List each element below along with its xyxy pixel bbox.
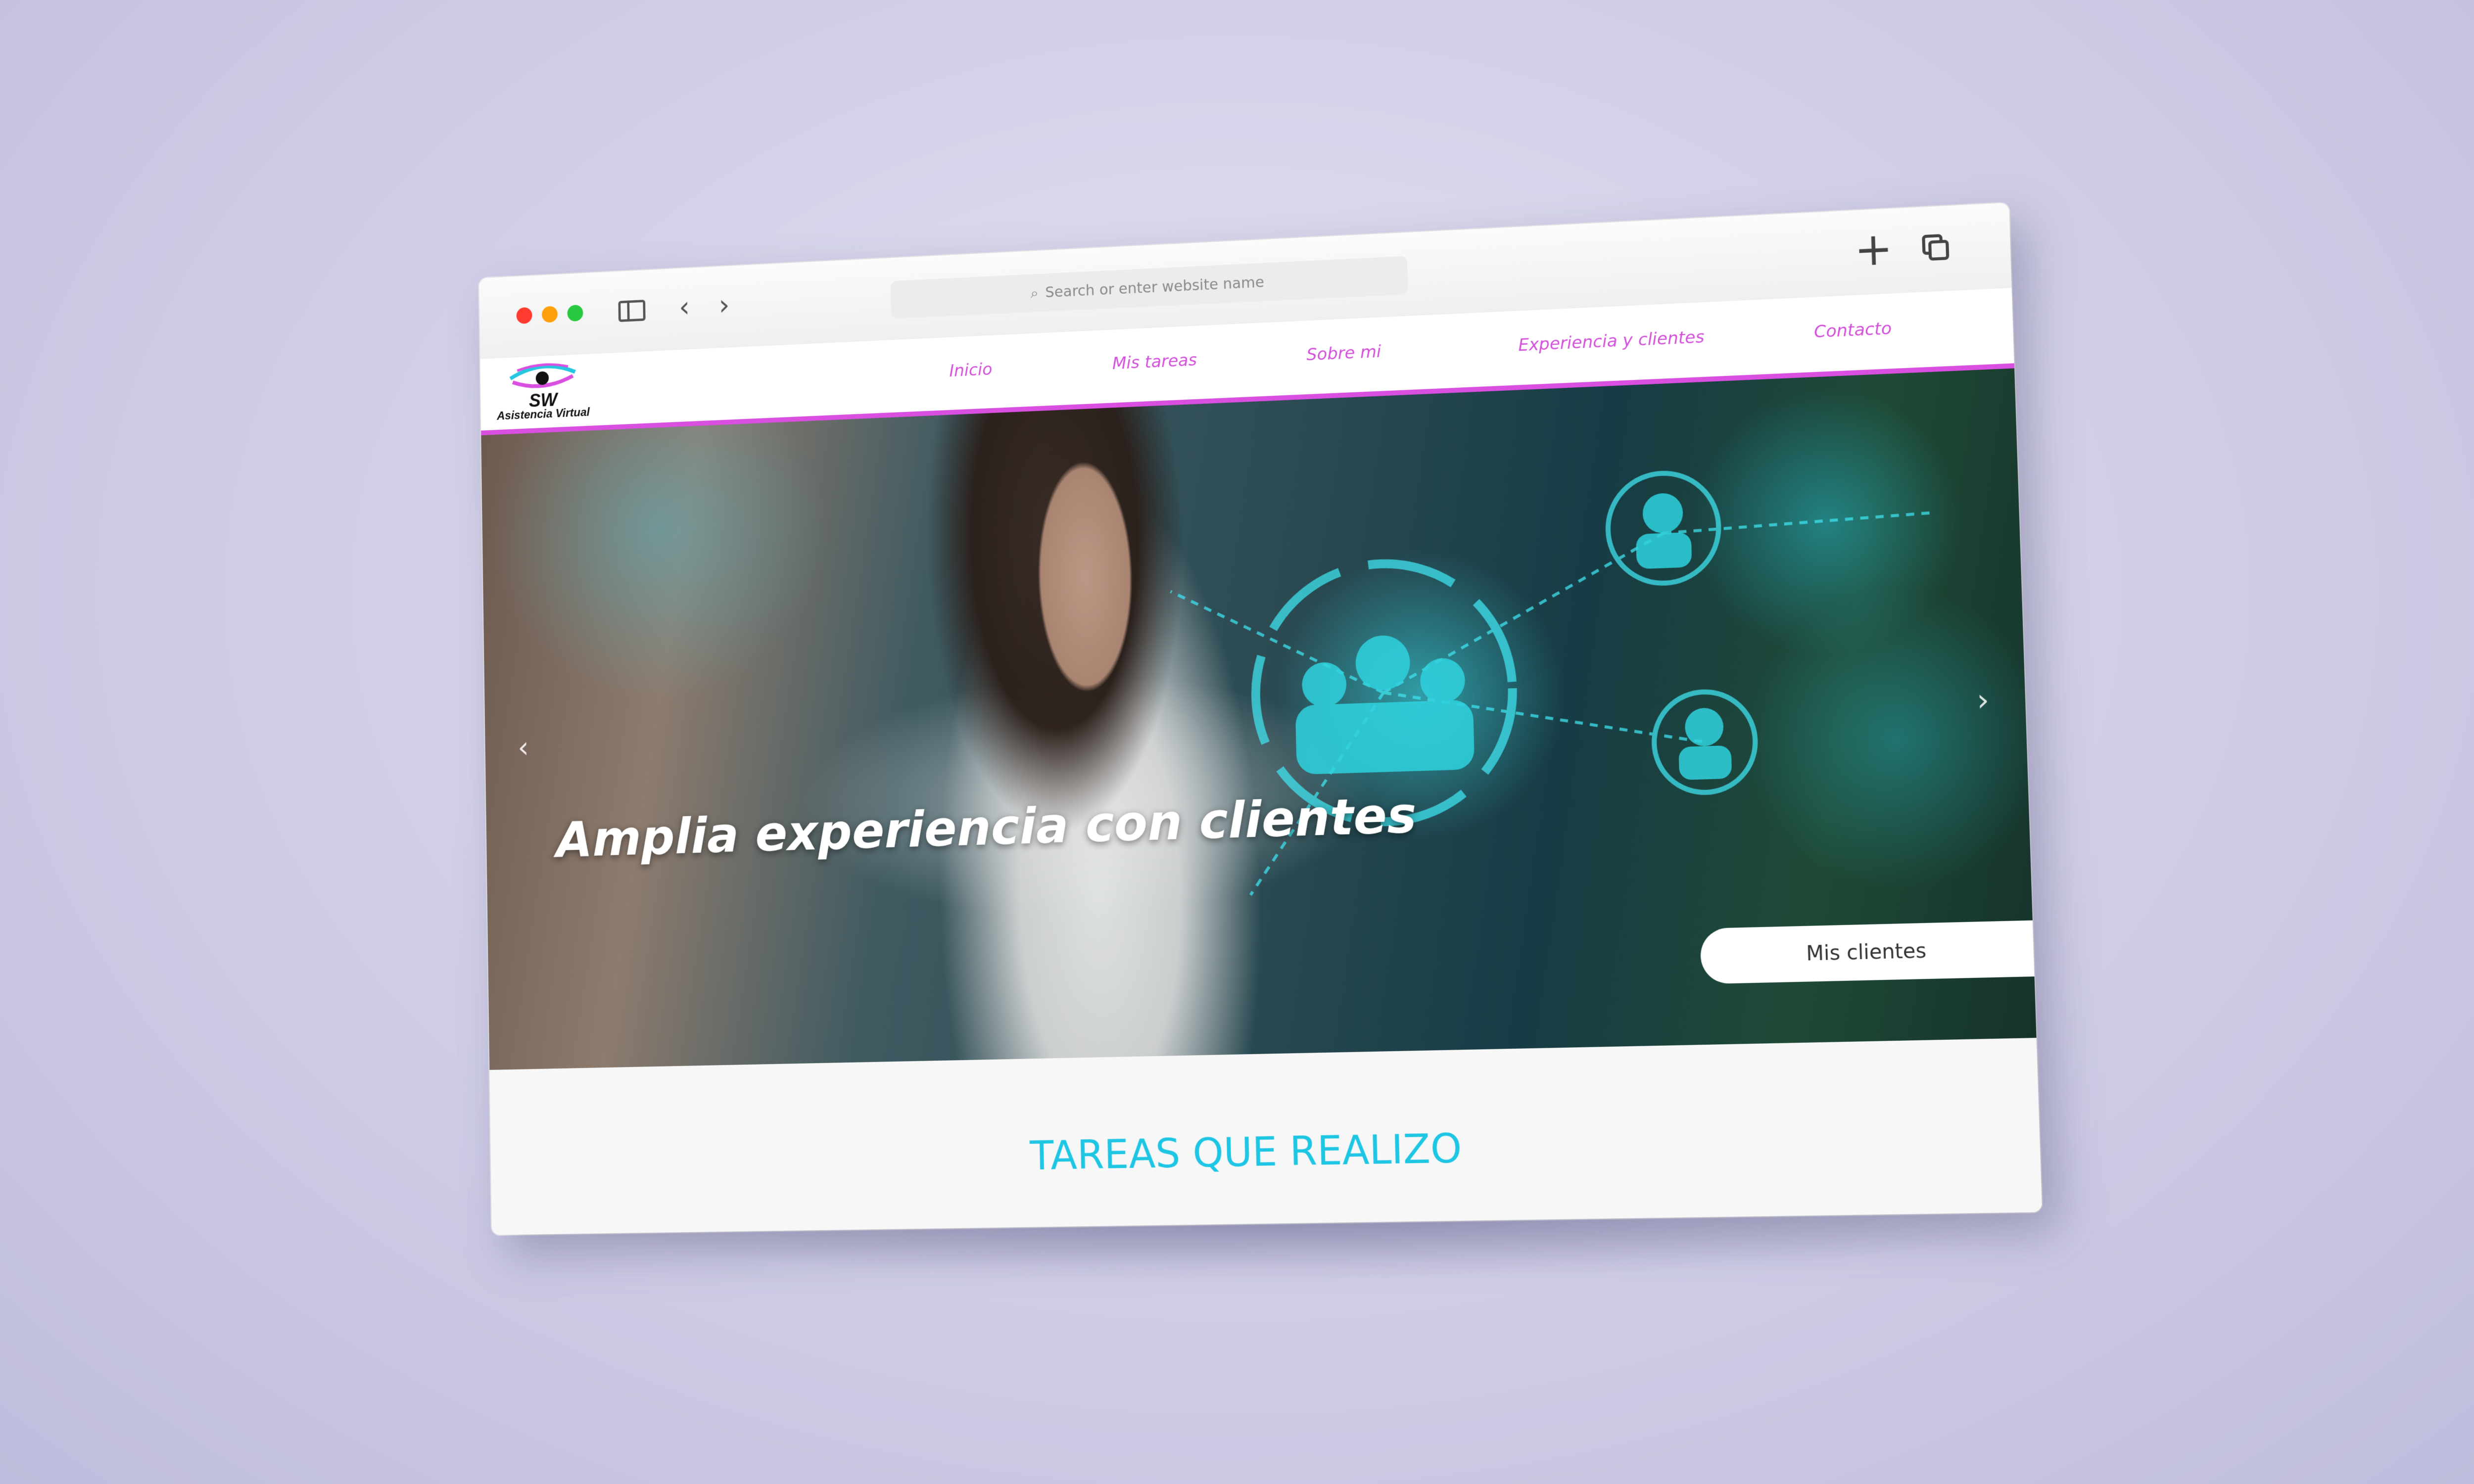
mis-clientes-button[interactable]: Mis clientes [1700, 920, 2035, 984]
menu-item-experiencia-y-clientes[interactable]: Experiencia y clientes [1518, 327, 1705, 355]
menu-item-sobre-mi[interactable]: Sobre mi [1306, 342, 1381, 365]
zoom-window-button[interactable] [567, 304, 583, 322]
section-title: TAREAS QUE REALIZO [1029, 1125, 1463, 1179]
hero-slider: ‹ › Amplia experiencia con clientes Mis … [481, 368, 2037, 1070]
mockup-stage: ‹ › ⌕ Search or enter website name + SW … [0, 0, 2474, 1484]
tabs-overview-icon[interactable] [1922, 233, 1949, 261]
forward-icon[interactable]: › [718, 288, 730, 322]
chevron-right-icon[interactable]: › [1976, 683, 1990, 718]
chevron-left-icon[interactable]: ‹ [518, 731, 529, 765]
back-icon[interactable]: ‹ [679, 290, 690, 324]
search-icon: ⌕ [1030, 284, 1039, 302]
menu-item-inicio[interactable]: Inicio [949, 360, 993, 381]
address-placeholder: Search or enter website name [1045, 273, 1265, 301]
close-window-button[interactable] [516, 307, 532, 325]
tasks-section: TAREAS QUE REALIZO [489, 1038, 2043, 1235]
address-bar[interactable]: ⌕ Search or enter website name [890, 256, 1408, 319]
sidebar-icon[interactable] [618, 299, 646, 323]
browser-window: ‹ › ⌕ Search or enter website name + SW … [479, 202, 2043, 1235]
menu-item-contacto[interactable]: Contacto [1814, 319, 1892, 342]
minimize-window-button[interactable] [541, 306, 558, 323]
menu-item-mis-tareas[interactable]: Mis tareas [1112, 350, 1197, 373]
new-tab-icon[interactable]: + [1854, 223, 1894, 277]
